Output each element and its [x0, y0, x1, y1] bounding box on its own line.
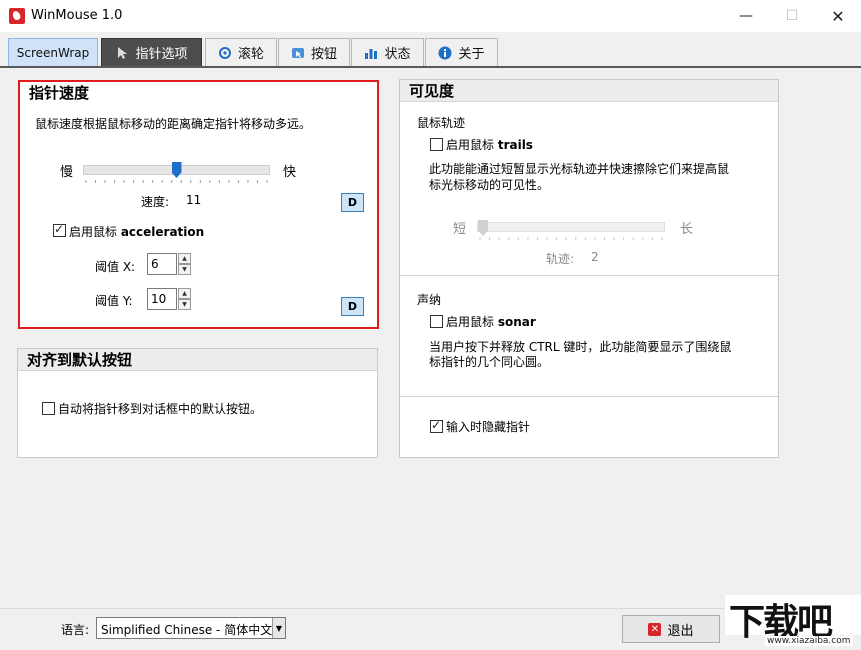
tab-label: 指针选项 — [135, 43, 187, 62]
trails-description-line2: 标光标移动的可见性。 — [429, 176, 549, 193]
divider — [400, 396, 778, 397]
sonar-description-line2: 标指针的几个同心圆。 — [429, 353, 549, 370]
stats-icon — [364, 46, 378, 60]
panel-title: 指针速度 — [20, 82, 377, 104]
watermark-url: www.xiazaiba.com — [765, 636, 853, 646]
snap-label: 自动将指针移到对话框中的默认按钮。 — [58, 400, 262, 417]
trails-description-line1: 此功能能通过短暂显示光标轨迹并快速擦除它们来提高鼠 — [429, 160, 729, 177]
language-label: 语言: — [61, 621, 89, 638]
threshold-x-label: 阈值 X: — [95, 258, 135, 275]
tab-pointer-options[interactable]: 指针选项 — [101, 38, 202, 66]
speed-slider-thumb[interactable] — [172, 162, 182, 178]
speed-slider-ticks — [83, 180, 270, 184]
tab-screenwrap[interactable]: ScreenWrap — [8, 38, 98, 66]
threshold-x-input[interactable]: 6 — [147, 253, 177, 275]
threshold-y-label: 阈值 Y: — [95, 292, 133, 309]
sonar-section-title: 声纳 — [417, 291, 441, 308]
divider — [400, 275, 778, 276]
threshold-y-stepper[interactable]: ▲▼ — [178, 288, 191, 310]
tab-label: 关于 — [458, 43, 484, 62]
speed-description: 鼠标速度根据鼠标移动的距离确定指针将移动多远。 — [35, 115, 311, 132]
tab-buttons[interactable]: 按钮 — [278, 38, 350, 66]
panel-title: 可见度 — [400, 80, 778, 102]
trail-slider-thumb[interactable] — [478, 220, 488, 236]
long-label: 长 — [680, 218, 693, 237]
trails-label: 启用鼠标 trails — [446, 136, 533, 153]
exit-label: 退出 — [667, 620, 693, 639]
trail-slider-ticks — [477, 237, 665, 241]
exit-button[interactable]: ✕ 退出 — [622, 615, 720, 643]
tab-about[interactable]: 关于 — [425, 38, 498, 66]
sonar-label: 启用鼠标 sonar — [446, 313, 536, 330]
trail-slider-track[interactable] — [477, 222, 665, 232]
language-select[interactable]: Simplified Chinese - 简体中文 ▼ — [96, 617, 286, 639]
watermark-logo: 下载吧 www.xiazaiba.com — [725, 595, 861, 650]
threshold-default-button[interactable]: D — [341, 297, 364, 316]
tab-status[interactable]: 状态 — [351, 38, 424, 66]
speed-value: 11 — [186, 193, 201, 207]
wheel-icon — [218, 46, 232, 60]
button-icon — [291, 46, 305, 60]
pointer-speed-panel: 指针速度 鼠标速度根据鼠标移动的距离确定指针将移动多远。 慢 快 速度: 11 … — [18, 80, 379, 329]
tab-label: 按钮 — [311, 43, 337, 62]
trail-value: 2 — [591, 250, 599, 264]
language-value: Simplified Chinese - 简体中文 — [101, 621, 272, 638]
hide-pointer-checkbox[interactable] — [430, 420, 443, 433]
chevron-down-icon[interactable]: ▼ — [272, 618, 285, 638]
short-label: 短 — [453, 218, 466, 237]
snap-to-default-panel: 对齐到默认按钮 自动将指针移到对话框中的默认按钮。 — [17, 348, 378, 458]
sonar-checkbox[interactable] — [430, 315, 443, 328]
fast-label: 快 — [283, 161, 296, 180]
chevron-down-icon[interactable]: ▼ — [178, 264, 191, 275]
slow-label: 慢 — [60, 161, 73, 180]
tab-label: 滚轮 — [238, 43, 264, 62]
close-icon: ✕ — [648, 623, 661, 636]
trail-value-label: 轨迹: — [546, 250, 574, 267]
panel-title: 对齐到默认按钮 — [18, 349, 377, 371]
info-icon — [438, 46, 452, 60]
speed-default-button[interactable]: D — [341, 193, 364, 212]
acceleration-label: 启用鼠标 acceleration — [69, 223, 204, 240]
chevron-up-icon[interactable]: ▲ — [178, 288, 191, 299]
close-button[interactable]: ✕ — [815, 0, 861, 32]
snap-checkbox[interactable] — [42, 402, 55, 415]
tab-label: ScreenWrap — [17, 46, 90, 60]
maximize-button[interactable]: ☐ — [769, 0, 815, 32]
acceleration-checkbox[interactable] — [53, 224, 66, 237]
app-logo-icon — [9, 8, 25, 24]
trails-checkbox[interactable] — [430, 138, 443, 151]
trails-section-title: 鼠标轨迹 — [417, 114, 465, 131]
pointer-icon — [115, 46, 129, 60]
speed-value-label: 速度: — [141, 193, 169, 210]
minimize-button[interactable]: — — [723, 0, 769, 32]
chevron-down-icon[interactable]: ▼ — [178, 299, 191, 310]
threshold-y-input[interactable]: 10 — [147, 288, 177, 310]
visibility-panel: 可见度 鼠标轨迹 启用鼠标 trails 此功能能通过短暂显示光标轨迹并快速擦除… — [399, 79, 779, 458]
chevron-up-icon[interactable]: ▲ — [178, 253, 191, 264]
hide-pointer-label: 输入时隐藏指针 — [446, 418, 530, 435]
tab-wheel[interactable]: 滚轮 — [205, 38, 277, 66]
acceleration-label-text: 启用鼠标 acceleration — [69, 225, 204, 239]
threshold-x-stepper[interactable]: ▲▼ — [178, 253, 191, 275]
window-title: WinMouse 1.0 — [31, 8, 122, 23]
tab-label: 状态 — [384, 43, 410, 62]
